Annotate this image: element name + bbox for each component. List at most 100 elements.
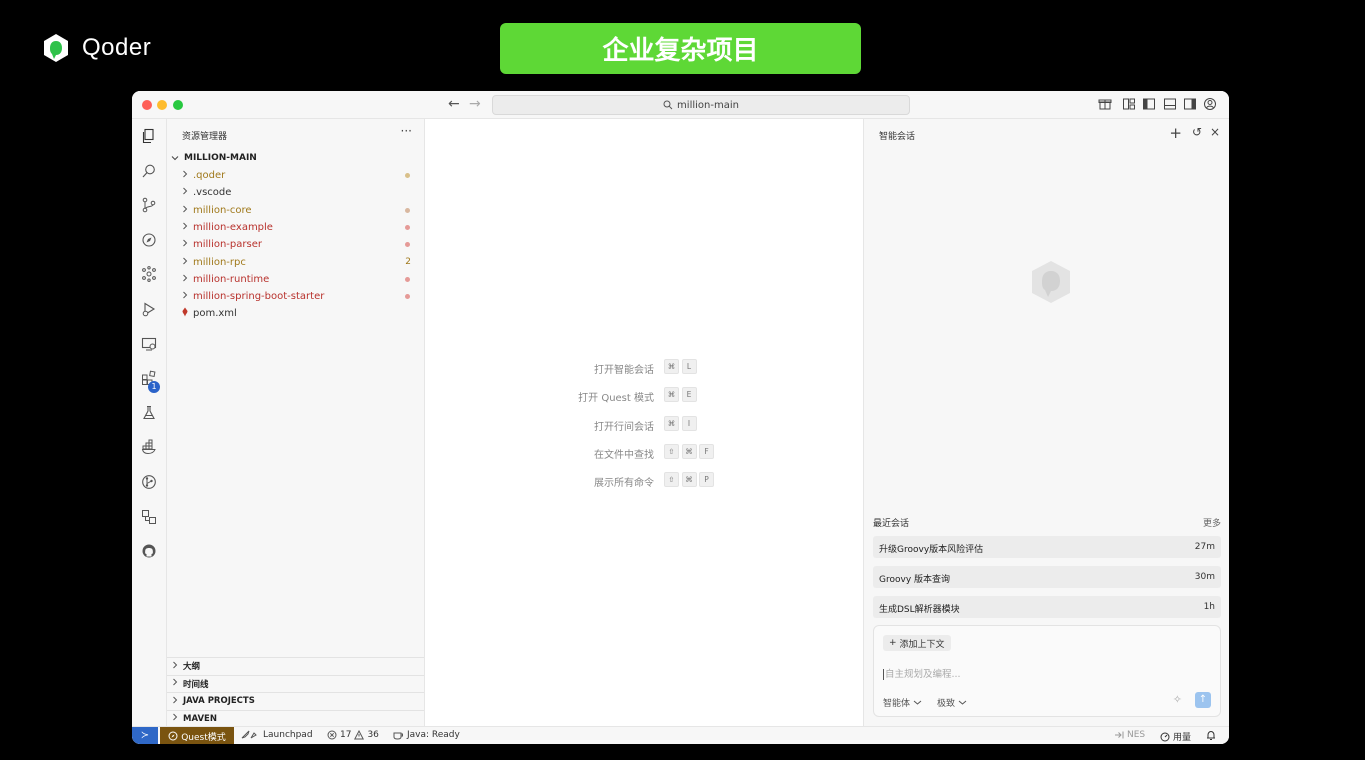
chat-input[interactable]: 自主规划及编程... bbox=[883, 666, 961, 680]
chevron-right-icon bbox=[181, 291, 193, 302]
git-status-dot bbox=[405, 207, 410, 213]
chevron-right-icon bbox=[181, 257, 193, 268]
recent-session-item[interactable]: 生成DSL解析器模块 1h bbox=[873, 596, 1221, 618]
usage-button[interactable]: 用量 bbox=[1160, 730, 1191, 743]
recent-session-time: 27m bbox=[1194, 542, 1215, 552]
minimize-window-button[interactable] bbox=[157, 100, 167, 110]
testing-icon[interactable] bbox=[141, 405, 157, 421]
keycap: ⌘ bbox=[681, 472, 697, 488]
agents-icon[interactable] bbox=[141, 266, 157, 282]
keycap: ⌘ bbox=[681, 443, 697, 459]
explorer-section[interactable]: MAVEN bbox=[167, 709, 424, 727]
send-button[interactable]: ↑ bbox=[1195, 692, 1211, 708]
quest-mode-button[interactable]: Quest模式 bbox=[160, 727, 234, 744]
keycap: ⇧ bbox=[664, 443, 679, 459]
tree-item[interactable]: million-example bbox=[181, 219, 416, 236]
sparkle-icon[interactable]: ✧ bbox=[1173, 693, 1182, 706]
close-chat-icon[interactable]: × bbox=[1210, 125, 1220, 139]
tree-item[interactable]: million-parser bbox=[181, 236, 416, 253]
model-label: 极致 bbox=[937, 699, 956, 709]
maven-file-icon bbox=[181, 307, 193, 320]
keycap: L bbox=[681, 359, 697, 374]
new-chat-button[interactable]: + bbox=[1169, 124, 1182, 142]
search-text: million-main bbox=[677, 99, 739, 111]
git-status-dot bbox=[405, 276, 410, 282]
search-icon[interactable] bbox=[141, 163, 157, 179]
chevron-right-icon bbox=[171, 661, 183, 672]
git-graph-icon[interactable] bbox=[141, 474, 157, 490]
tree-item-label: .qoder bbox=[193, 170, 226, 181]
chat-history-icon[interactable]: ↺ bbox=[1192, 125, 1202, 139]
tree-item[interactable]: million-spring-boot-starter bbox=[181, 288, 416, 305]
maximize-window-button[interactable] bbox=[173, 100, 183, 110]
recent-session-item[interactable]: Groovy 版本查询 30m bbox=[873, 566, 1221, 588]
toggle-panel-icon[interactable] bbox=[1163, 97, 1177, 111]
agent-mode-select[interactable]: 智能体 bbox=[883, 696, 922, 709]
explorer-section-label: MAVEN bbox=[183, 713, 217, 724]
editor-area: 打开智能会话 ⌘ L 打开 Quest 模式 ⌘ E 打开行间会话 ⌘ I 在文件中查找 ⇧ ⌘ F 展示… bbox=[425, 119, 862, 726]
add-context-button[interactable]: + 添加上下文 bbox=[883, 635, 951, 651]
recent-session-title: 升级Groovy版本风险评估 bbox=[879, 545, 984, 555]
more-sessions-link[interactable]: 更多 bbox=[1203, 516, 1221, 529]
bell-icon[interactable] bbox=[1206, 730, 1216, 741]
layout-customize-icon[interactable] bbox=[1122, 97, 1136, 111]
compass-icon[interactable] bbox=[141, 232, 157, 248]
recent-session-title: Groovy 版本查询 bbox=[879, 575, 951, 585]
account-icon[interactable] bbox=[1203, 97, 1217, 111]
java-status[interactable]: Java: Ready bbox=[393, 730, 460, 740]
github-icon[interactable] bbox=[141, 543, 157, 559]
error-count: 17 bbox=[340, 730, 352, 740]
close-window-button[interactable] bbox=[142, 100, 152, 110]
tree-item[interactable]: pom.xml bbox=[181, 305, 416, 322]
command-center-search[interactable]: million-main bbox=[492, 95, 910, 115]
launchpad-button[interactable]: Launchpad bbox=[240, 730, 313, 740]
model-select[interactable]: 极致 bbox=[937, 696, 967, 709]
remote-indicator[interactable]: ≻ bbox=[132, 727, 158, 744]
chevron-right-icon bbox=[171, 696, 183, 707]
tree-item[interactable]: million-core bbox=[181, 202, 416, 219]
shortcut-hint-label: 展示所有命令 bbox=[594, 478, 654, 490]
references-icon[interactable] bbox=[141, 509, 157, 525]
explorer-section[interactable]: 时间线 bbox=[167, 674, 424, 692]
forward-arrow-icon[interactable]: → bbox=[469, 96, 481, 112]
nes-indicator[interactable]: NES bbox=[1114, 730, 1145, 740]
rocket-icon bbox=[241, 730, 257, 739]
git-status-dot bbox=[405, 242, 410, 248]
tree-item[interactable]: .vscode bbox=[181, 184, 416, 201]
run-debug-icon[interactable] bbox=[141, 301, 157, 317]
chevron-right-icon bbox=[181, 170, 193, 181]
recent-session-item[interactable]: 升级Groovy版本风险评估 27m bbox=[873, 536, 1221, 558]
ide-window: ← → million-main 1 资源管理器 ··· MILLION-MAI… bbox=[132, 91, 1229, 744]
workspace-root[interactable]: MILLION-MAIN bbox=[171, 153, 257, 163]
recent-session-time: 1h bbox=[1203, 602, 1215, 612]
back-arrow-icon[interactable]: ← bbox=[448, 96, 460, 112]
extensions-button[interactable]: 1 bbox=[132, 370, 166, 393]
warning-count: 36 bbox=[367, 730, 379, 740]
explorer-section-label: 大纲 bbox=[183, 662, 201, 672]
recent-session-title: 生成DSL解析器模块 bbox=[879, 605, 960, 615]
docker-icon[interactable] bbox=[141, 439, 157, 455]
recent-sessions-title: 最近会话 bbox=[873, 519, 910, 529]
shortcut-hint-label: 打开行间会话 bbox=[594, 421, 654, 433]
source-control-icon[interactable] bbox=[141, 197, 157, 213]
tree-item[interactable]: million-rpc 2 bbox=[181, 254, 416, 271]
gauge-icon bbox=[1160, 732, 1170, 741]
toggle-secondary-sidebar-icon[interactable] bbox=[1183, 97, 1197, 111]
explorer-section[interactable]: 大纲 bbox=[167, 657, 424, 674]
explorer-section-label: 时间线 bbox=[183, 679, 209, 690]
explorer-more-button[interactable]: ··· bbox=[401, 124, 412, 138]
toggle-primary-sidebar-icon[interactable] bbox=[1142, 97, 1156, 111]
problems-indicator[interactable]: 17 36 bbox=[327, 730, 379, 740]
gift-icon[interactable] bbox=[1098, 97, 1112, 111]
explorer-section[interactable]: JAVA PROJECTS bbox=[167, 692, 424, 709]
explorer-panel: 资源管理器 ··· MILLION-MAIN .qoder .vscode mill… bbox=[167, 119, 425, 726]
remote-explorer-icon[interactable] bbox=[141, 336, 157, 352]
tree-item-label: pom.xml bbox=[193, 308, 237, 320]
tree-item-label: million-core bbox=[193, 204, 252, 216]
explorer-icon[interactable] bbox=[141, 128, 157, 144]
tree-item[interactable]: .qoder bbox=[181, 167, 416, 184]
keycap: P bbox=[699, 472, 714, 488]
coffee-cup-icon bbox=[393, 732, 403, 740]
extensions-badge: 1 bbox=[148, 381, 160, 393]
tree-item[interactable]: million-runtime bbox=[181, 271, 416, 288]
